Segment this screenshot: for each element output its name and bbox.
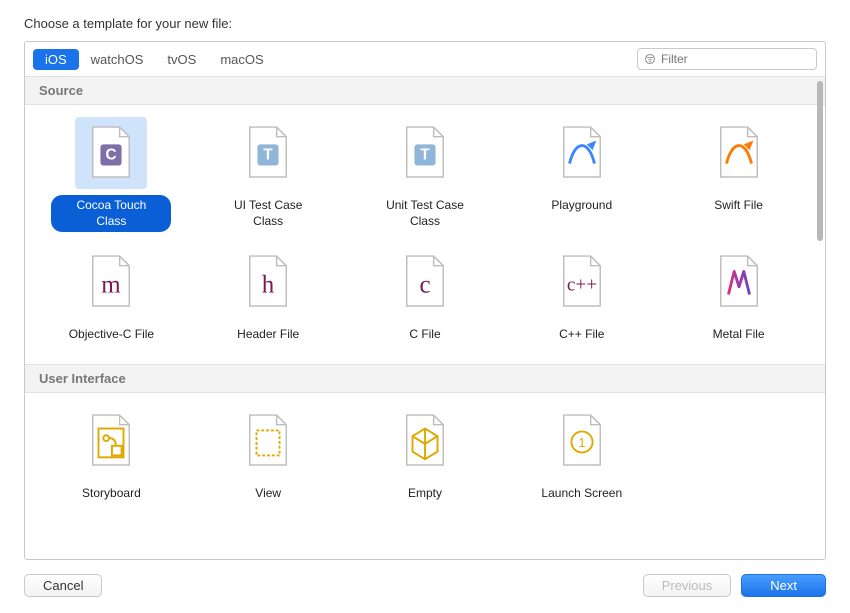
template-item[interactable]: Empty — [347, 405, 504, 505]
template-scroll-area[interactable]: Source C Cocoa Touch Class T UI Test Case Cl… — [25, 77, 825, 559]
template-item[interactable]: 1 Launch Screen — [503, 405, 660, 505]
platform-tabs: iOSwatchOStvOSmacOS — [33, 49, 276, 70]
template-item[interactable]: T UI Test Case Class — [190, 117, 347, 232]
tab-tvos[interactable]: tvOS — [155, 49, 208, 70]
tab-ios[interactable]: iOS — [33, 49, 79, 70]
svg-text:T: T — [263, 147, 273, 164]
template-chooser: iOSwatchOStvOSmacOS Source C Cocoa Touch C… — [24, 41, 826, 560]
template-item[interactable]: View — [190, 405, 347, 505]
swift-icon — [703, 117, 775, 189]
template-item-label: Launch Screen — [531, 483, 632, 505]
cocoa-touch-icon: C — [75, 117, 147, 189]
empty-icon — [389, 405, 461, 477]
view-icon — [232, 405, 304, 477]
unit-test-icon: T — [389, 117, 461, 189]
template-item-label: Unit Test Case Class — [365, 195, 485, 232]
cpp-file-icon: c++ — [546, 246, 618, 318]
template-item-label: C++ File — [549, 324, 614, 346]
template-item[interactable]: Storyboard — [33, 405, 190, 505]
dialog-footer: Cancel Previous Next — [0, 560, 850, 613]
svg-text:h: h — [262, 272, 275, 299]
header-h-icon: h — [232, 246, 304, 318]
dialog-title: Choose a template for your new file: — [0, 0, 850, 41]
template-item-label: Cocoa Touch Class — [51, 195, 171, 232]
section-header: User Interface — [25, 364, 825, 393]
template-item-label: Empty — [398, 483, 452, 505]
svg-text:c: c — [419, 272, 430, 299]
template-item[interactable]: Swift File — [660, 117, 817, 232]
template-item[interactable]: c C File — [347, 246, 504, 346]
template-item-label: Objective-C File — [59, 324, 164, 346]
template-item-label: Storyboard — [72, 483, 151, 505]
platform-tabbar: iOSwatchOStvOSmacOS — [25, 42, 825, 77]
storyboard-icon — [75, 405, 147, 477]
next-button[interactable]: Next — [741, 574, 826, 597]
launch-icon: 1 — [546, 405, 618, 477]
previous-button[interactable]: Previous — [643, 574, 732, 597]
template-item[interactable]: m Objective-C File — [33, 246, 190, 346]
metal-icon — [703, 246, 775, 318]
playground-icon — [546, 117, 618, 189]
filter-input[interactable] — [661, 52, 816, 66]
template-item[interactable]: Metal File — [660, 246, 817, 346]
svg-text:C: C — [106, 147, 117, 164]
template-item[interactable]: C Cocoa Touch Class — [33, 117, 190, 232]
template-grid: Storyboard View Empty 1 Launch Screen — [25, 393, 825, 523]
section-header: Source — [25, 77, 825, 105]
new-file-template-dialog: Choose a template for your new file: iOS… — [0, 0, 850, 613]
c-file-icon: c — [389, 246, 461, 318]
template-grid: C Cocoa Touch Class T UI Test Case Class T Un… — [25, 105, 825, 364]
template-item[interactable]: h Header File — [190, 246, 347, 346]
filter-field[interactable] — [637, 48, 817, 70]
tab-macos[interactable]: macOS — [208, 49, 275, 70]
filter-icon — [644, 53, 656, 65]
svg-text:m: m — [102, 272, 122, 299]
scrollbar-thumb[interactable] — [817, 81, 823, 241]
template-item[interactable]: c++ C++ File — [503, 246, 660, 346]
svg-text:1: 1 — [578, 436, 585, 450]
template-item[interactable]: Playground — [503, 117, 660, 232]
template-item-label: C File — [399, 324, 450, 346]
template-item-label: Header File — [227, 324, 309, 346]
template-item-label: View — [245, 483, 291, 505]
template-item-label: Metal File — [703, 324, 775, 346]
svg-text:T: T — [420, 147, 430, 164]
cancel-button[interactable]: Cancel — [24, 574, 102, 597]
template-item-label: UI Test Case Class — [208, 195, 328, 232]
svg-text:c++: c++ — [567, 275, 597, 296]
objc-m-icon: m — [75, 246, 147, 318]
template-item-label: Playground — [541, 195, 622, 217]
ui-test-icon: T — [232, 117, 304, 189]
template-item-label: Swift File — [704, 195, 773, 217]
template-item[interactable]: T Unit Test Case Class — [347, 117, 504, 232]
tab-watchos[interactable]: watchOS — [79, 49, 156, 70]
